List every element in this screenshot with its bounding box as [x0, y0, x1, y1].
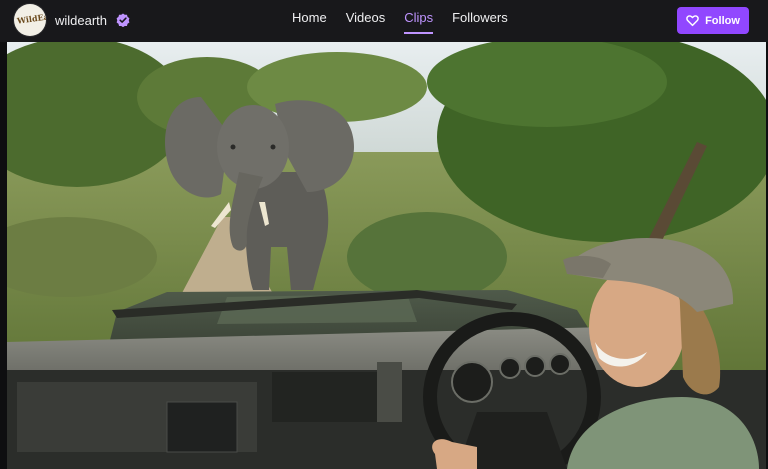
gauge-3	[549, 353, 571, 375]
tab-followers[interactable]: Followers	[452, 0, 508, 42]
speedometer	[451, 361, 493, 403]
dash-rail	[377, 362, 402, 422]
heart-icon	[686, 15, 699, 27]
tab-home[interactable]: Home	[292, 0, 327, 42]
bush-middle	[347, 212, 507, 302]
radio-unit	[166, 401, 238, 453]
gauge-2	[524, 355, 546, 377]
tab-clips[interactable]: Clips	[404, 0, 434, 42]
avatar-logo-text: WildEarth	[16, 9, 46, 26]
gauge-1	[499, 357, 521, 379]
video-frame	[7, 42, 766, 469]
video-player[interactable]	[7, 42, 766, 469]
channel-name[interactable]: wildearth	[55, 13, 107, 28]
tab-label: Followers	[452, 10, 508, 25]
top-bar: WildEarth wildearth Home Videos Clips Fo…	[0, 0, 768, 42]
active-tab-indicator	[404, 32, 434, 34]
dash-compartment	[272, 372, 382, 422]
channel-nav: Home Videos Clips Followers	[292, 0, 527, 42]
tab-label: Clips	[404, 10, 434, 25]
follow-button-label: Follow	[705, 14, 740, 27]
follow-button[interactable]: Follow	[677, 7, 749, 34]
channel-header: WildEarth wildearth	[14, 4, 130, 36]
tab-label: Videos	[345, 10, 386, 25]
tab-label: Home	[292, 10, 327, 25]
channel-avatar[interactable]: WildEarth	[14, 4, 46, 36]
tab-videos[interactable]: Videos	[346, 0, 386, 42]
verified-badge-icon	[116, 13, 130, 27]
